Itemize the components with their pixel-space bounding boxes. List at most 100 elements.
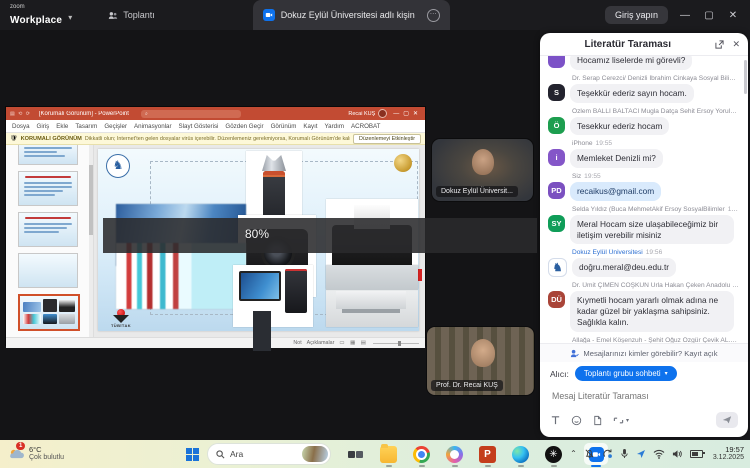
chat-message: Dr. Serap Cerezci/ Denizli İbrahim Cinka… xyxy=(548,75,740,103)
slide-thumbnail[interactable] xyxy=(18,171,78,206)
chat-panel: Literatür Taraması ✕ Hocamız liselerde m… xyxy=(540,33,748,437)
chat-message-input[interactable] xyxy=(550,390,742,402)
chat-header: Literatür Taraması ✕ xyxy=(540,33,748,56)
ribbon-tab-giris[interactable]: Giriş xyxy=(37,123,50,130)
avatar: i xyxy=(548,149,565,166)
ribbon-tab-gozden-gecir[interactable]: Gözden Geçir xyxy=(225,123,263,130)
participant-video[interactable]: Dokuz Eylül Üniversit... xyxy=(432,139,533,201)
start-button[interactable] xyxy=(186,448,199,461)
chat-message: Özlem BALLI BALTACI Mugla Datça Sehit Er… xyxy=(548,108,740,136)
screen-share-area: ▤ ⟲ ⟳ [Korumalı Görünüm] - PowerPoint ⌕ … xyxy=(0,30,540,440)
pop-out-icon[interactable] xyxy=(715,40,724,49)
close-button[interactable]: ✕ xyxy=(726,10,740,21)
participant-name: Dokuz Eylül Üniversit... xyxy=(436,186,518,197)
wifi-icon[interactable] xyxy=(653,449,665,459)
ribbon-tabs: Dosya Giriş Ekle Tasarım Geçişler Animas… xyxy=(6,120,425,133)
chat-scrollbar[interactable] xyxy=(744,60,747,94)
tab-active-label: Dokuz Eylül Üniversitesi adlı kişin xyxy=(281,10,415,20)
battery-icon[interactable] xyxy=(690,450,703,458)
slide-thumbnail[interactable] xyxy=(18,253,78,288)
ribbon-tab-dosya[interactable]: Dosya xyxy=(12,123,30,130)
deu-logo: ♞ xyxy=(106,154,130,178)
view-buttons[interactable]: ▭ ▦ ▤ xyxy=(339,340,368,346)
comments-button[interactable]: Açıklamalar xyxy=(307,340,335,346)
enable-editing-button[interactable]: Düzenlemeyi Etkinleştir xyxy=(353,134,421,144)
chrome-icon[interactable] xyxy=(413,446,430,463)
maximize-button[interactable]: ▢ xyxy=(702,10,716,21)
powerpoint-window-controls[interactable]: —▢✕ xyxy=(393,110,422,117)
powerpoint-user: Recai KUŞ xyxy=(348,109,387,118)
participant-video[interactable]: Prof. Dr. Recai KUŞ xyxy=(427,327,534,395)
sign-in-button[interactable]: Giriş yapın xyxy=(605,6,668,24)
message-bubble: Memleket Denizli mi? xyxy=(570,149,663,168)
recipient-selector[interactable]: Toplantı grubu sohbeti ▾ xyxy=(575,366,677,381)
tab-meeting[interactable]: Toplantı xyxy=(100,5,163,25)
notes-button[interactable]: Not xyxy=(293,340,301,346)
chevron-down-icon[interactable]: ▾ xyxy=(626,417,629,424)
participant-name: Prof. Dr. Recai KUŞ xyxy=(431,380,503,391)
slide-thumbnail[interactable] xyxy=(18,212,78,247)
format-text-icon[interactable] xyxy=(550,415,561,426)
chevron-down-icon[interactable]: ▾ xyxy=(68,13,72,22)
microphone-icon[interactable] xyxy=(620,448,629,459)
slide-thumbnail-selected[interactable] xyxy=(18,294,80,331)
taskbar-search[interactable]: Ara xyxy=(207,443,331,465)
zoom-titlebar: zoom Workplace ▾ Toplantı Dokuz Eylül Ün… xyxy=(0,0,750,30)
ribbon-tab-animasyonlar[interactable]: Animasyonlar xyxy=(134,123,172,130)
chat-recipient-row: Alıcı: Toplantı grubu sohbeti ▾ xyxy=(540,362,748,383)
send-button[interactable] xyxy=(716,412,738,428)
message-bubble: Tesekkur ederiz hocam xyxy=(570,117,669,136)
slide-image-office xyxy=(326,265,418,327)
screenshot-icon[interactable] xyxy=(613,415,624,426)
avatar: SY xyxy=(548,215,565,232)
file-explorer-icon[interactable] xyxy=(380,446,397,463)
volume-icon[interactable] xyxy=(672,449,683,459)
close-icon[interactable]: ✕ xyxy=(732,39,740,50)
chat-toolbar: ▾ xyxy=(540,404,748,437)
tray-expand-icon[interactable]: ⌃ xyxy=(570,449,577,458)
minimize-button[interactable]: — xyxy=(678,10,692,21)
zoom-level-overlay: 80% xyxy=(103,218,537,253)
ribbon-tab-slayt-gosterisi[interactable]: Slayt Gösterisi xyxy=(179,123,219,130)
ribbon-tab-kayit[interactable]: Kayıt xyxy=(303,123,317,130)
chat-message: Allağa - Emel Köşenzuh - Şehit Oğuz Özgü… xyxy=(548,337,740,343)
update-icon[interactable] xyxy=(602,448,613,459)
search-highlight-image[interactable] xyxy=(302,446,328,462)
powerpoint-title: [Korumalı Görünüm] - PowerPoint xyxy=(39,111,129,117)
taskbar-clock[interactable]: 19:57 3.12.2025 xyxy=(713,445,744,462)
deu-avatar: ♞ xyxy=(548,258,567,277)
tubitak-logo: TÜBİTAK xyxy=(106,309,136,328)
ribbon-tab-gecisler[interactable]: Geçişler xyxy=(104,123,127,130)
location-icon[interactable] xyxy=(636,449,646,459)
ribbon-tab-acrobat[interactable]: ACROBAT xyxy=(351,123,380,130)
message-bubble: recaikus@gmail.com xyxy=(570,182,661,201)
ribbon-tab-gorunum[interactable]: Görünüm xyxy=(271,123,297,130)
zoom-level-value: 80% xyxy=(245,227,269,241)
edge-icon[interactable] xyxy=(512,446,529,463)
send-icon xyxy=(722,415,732,425)
protected-view-bar: 🛡 KORUMALI GÖRÜNÜM Dikkatli olun; İntern… xyxy=(6,133,425,145)
quick-access-toolbar[interactable]: ▤ ⟲ ⟳ xyxy=(10,111,31,117)
chat-messages[interactable]: Hocamız liselerde mi görevli? Dr. Serap … xyxy=(540,56,748,343)
weather-temp: 6°C xyxy=(29,446,64,455)
powerpoint-icon[interactable]: P xyxy=(479,446,496,463)
ribbon-tab-tasarim[interactable]: Tasarım xyxy=(75,123,97,130)
bell-off-icon[interactable] xyxy=(584,448,595,459)
weather-widget[interactable]: 1 6°C Çok bulutlu xyxy=(8,446,64,463)
zoom-slider[interactable] xyxy=(373,343,419,344)
slide-thumbnail[interactable] xyxy=(18,145,78,165)
powerpoint-statusbar: Not Açıklamalar ▭ ▦ ▤ xyxy=(6,337,425,348)
tab-active-meeting[interactable]: Dokuz Eylül Üniversitesi adlı kişin ⋯ xyxy=(253,0,450,30)
shield-icon: 🛡 xyxy=(10,135,18,142)
thumbnail-scrollbar[interactable] xyxy=(89,145,93,337)
ribbon-tab-ekle[interactable]: Ekle xyxy=(56,123,68,130)
attach-file-icon[interactable] xyxy=(592,415,603,426)
powerpoint-search-box[interactable]: ⌕ xyxy=(141,110,241,118)
ribbon-tab-yardim[interactable]: Yardım xyxy=(325,123,344,130)
chat-message: Hocamız liselerde mi görevli? xyxy=(548,56,740,70)
emoji-icon[interactable] xyxy=(571,415,582,426)
chatgpt-icon[interactable]: ✳ xyxy=(545,446,562,463)
copilot-icon[interactable] xyxy=(446,446,463,463)
tab-more-icon[interactable]: ⋯ xyxy=(427,9,440,22)
task-view-button[interactable] xyxy=(347,446,364,463)
